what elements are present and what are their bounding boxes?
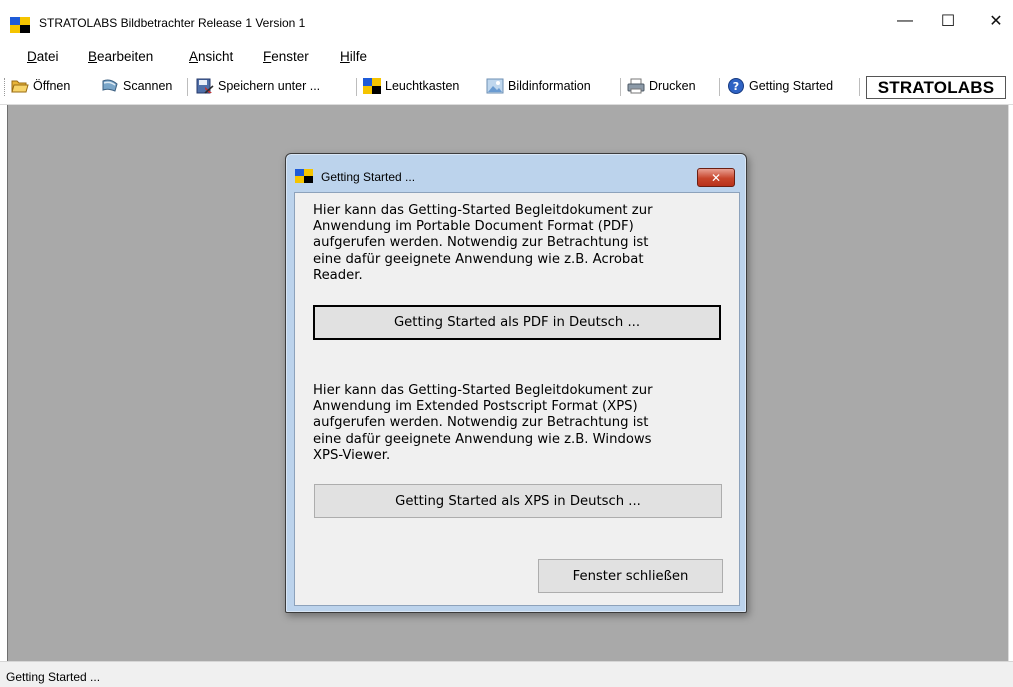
toolbar-separator xyxy=(187,78,188,96)
image-info-button[interactable]: Bildinformation xyxy=(486,76,591,96)
status-bar: Getting Started ... xyxy=(0,661,1013,687)
maximize-icon: ☐ xyxy=(940,13,956,30)
menu-datei[interactable]: Datei xyxy=(27,49,59,64)
save-as-button[interactable]: Speichern unter ... xyxy=(196,76,320,96)
dialog-close-button[interactable]: ✕ xyxy=(697,168,735,187)
title-bar: STRATOLABS Bildbetrachter Release 1 Vers… xyxy=(0,0,1013,44)
xps-description: Hier kann das Getting-Started Begleitdok… xyxy=(313,383,653,463)
help-icon: ? xyxy=(727,78,745,94)
toolbar-separator xyxy=(719,78,720,96)
maximize-button[interactable]: ☐ xyxy=(925,6,971,36)
close-window-button[interactable]: ✕ xyxy=(973,6,1013,36)
minimize-button[interactable]: — xyxy=(882,6,928,36)
window-title: STRATOLABS Bildbetrachter Release 1 Vers… xyxy=(39,16,306,30)
dialog-content: Hier kann das Getting-Started Begleitdok… xyxy=(294,192,740,606)
menu-bar: Datei Bearbeiten Ansicht Fenster Hilfe xyxy=(0,44,1013,68)
image-info-icon xyxy=(486,78,504,94)
svg-text:?: ? xyxy=(733,80,739,93)
menu-fenster[interactable]: Fenster xyxy=(263,49,309,64)
scanner-icon xyxy=(101,78,119,94)
menu-ansicht[interactable]: Ansicht xyxy=(189,49,233,64)
lightbox-icon xyxy=(363,78,381,94)
getting-started-pdf-button[interactable]: Getting Started als PDF in Deutsch ... xyxy=(313,305,721,340)
dialog-title: Getting Started ... xyxy=(321,170,416,184)
status-text: Getting Started ... xyxy=(6,670,101,684)
getting-started-button[interactable]: ? Getting Started xyxy=(727,76,833,96)
brand-logo: STRATOLABS xyxy=(866,76,1006,99)
menu-bearbeiten[interactable]: Bearbeiten xyxy=(88,49,153,64)
toolbar-separator xyxy=(859,78,860,96)
toolbar-separator xyxy=(356,78,357,96)
close-dialog-button[interactable]: Fenster schließen xyxy=(538,559,723,593)
dialog-logo-icon xyxy=(295,169,313,183)
print-button[interactable]: Drucken xyxy=(627,76,696,96)
close-icon: ✕ xyxy=(989,13,1003,30)
minimize-icon: — xyxy=(897,12,913,29)
menu-hilfe[interactable]: Hilfe xyxy=(340,49,367,64)
save-as-icon xyxy=(196,78,214,94)
lightbox-button[interactable]: Leuchtkasten xyxy=(363,76,459,96)
toolbar: Öffnen Scannen Speichern unter ... Leuch… xyxy=(0,68,1013,105)
open-button[interactable]: Öffnen xyxy=(11,76,70,96)
folder-open-icon xyxy=(11,78,29,94)
getting-started-dialog: Getting Started ... ✕ Hier kann das Gett… xyxy=(285,153,747,613)
printer-icon xyxy=(627,78,645,94)
close-icon: ✕ xyxy=(710,170,722,185)
scan-button[interactable]: Scannen xyxy=(101,76,172,96)
toolbar-separator xyxy=(620,78,621,96)
getting-started-xps-button[interactable]: Getting Started als XPS in Deutsch ... xyxy=(314,484,722,518)
pdf-description: Hier kann das Getting-Started Begleitdok… xyxy=(313,203,653,283)
toolbar-grip[interactable] xyxy=(4,78,7,96)
app-logo-icon xyxy=(10,17,30,33)
